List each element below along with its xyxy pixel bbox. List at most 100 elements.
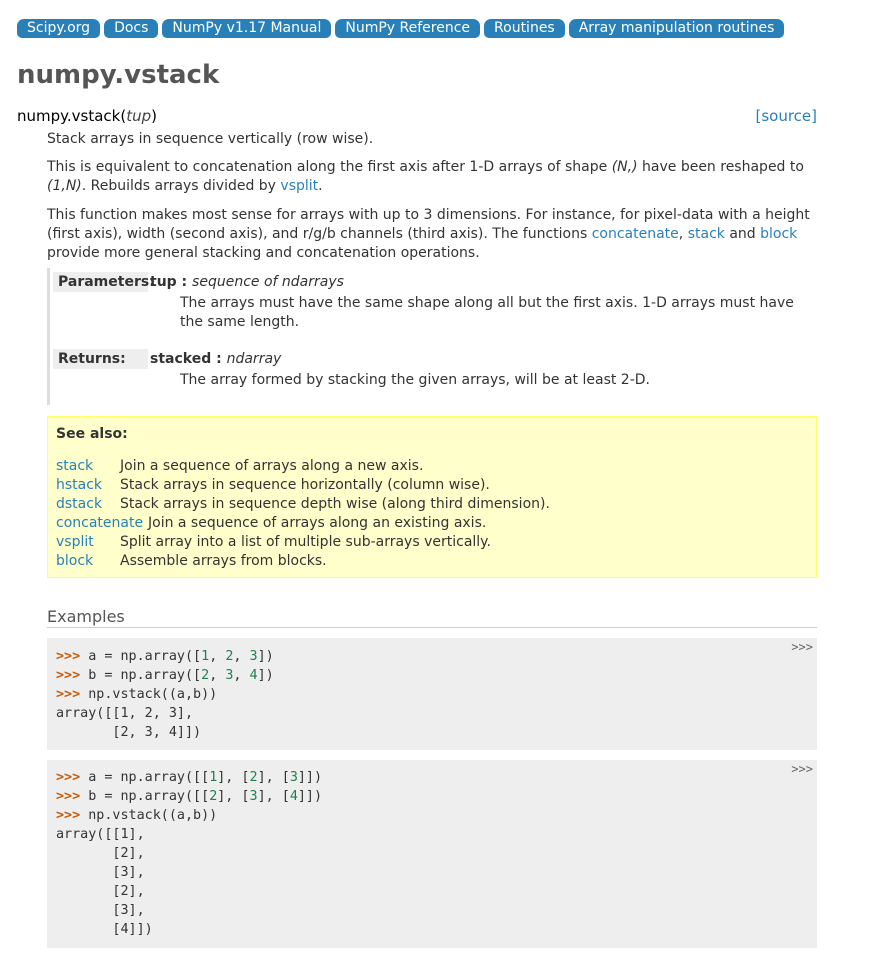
see-also-item: stack Join a sequence of arrays along a n… [56,457,806,476]
see-also-desc: Stack arrays in sequence horizontally (c… [120,477,490,493]
code-text: b = np.array([[ [88,789,210,804]
parameter-name: tup [150,274,177,290]
code-text: [4]]) [56,922,153,937]
see-also-desc: Stack arrays in sequence depth wise (alo… [120,496,550,512]
return-name: stacked [150,351,212,367]
code-number: 3 [249,789,258,804]
see-also-link-dstack[interactable]: dstack [56,496,102,512]
code-line: >>> np.vstack((a,b)) [56,685,217,704]
parameters-label: Parameters: [53,272,155,292]
code-text: [2], [56,846,145,861]
code-text: [2, 3, 4]]) [56,725,202,740]
summary-text: Stack arrays in sequence vertically (row… [47,131,374,147]
breadcrumb-docs[interactable]: Docs [104,19,159,38]
code-line: >>> b = np.array([2, 3, 4]) [56,666,274,685]
para3-sep-2: and [724,226,761,242]
function-name: numpy.vstack [17,107,121,125]
code-line: array([[1, 2, 3], [56,704,193,723]
description-paragraph-2: This function makes most sense for array… [47,206,817,263]
code-text: [3], [56,865,145,880]
para2-text-end: . [318,178,323,194]
parameter-type: sequence of ndarrays [192,274,344,290]
code-line: >>> a = np.array([[1], [2], [3]]) [56,768,322,787]
code-line: [3], [56,901,145,920]
code-prompt: >>> [56,808,89,823]
code-number: 2 [201,668,210,683]
see-also-item: hstack Stack arrays in sequence horizonta… [56,476,806,495]
code-text: ], [ [257,770,290,785]
code-block-2: >>> >>> a = np.array([[1], [2], [3]]) >>>… [47,760,817,948]
parameter-sep: : [176,274,193,290]
code-number: 4 [249,668,258,683]
code-text: np.vstack((a,b)) [88,687,218,702]
code-line: [2, 3, 4]]) [56,723,201,742]
code-prompt: >>> [56,770,89,785]
parameter-tup: tup : sequence of ndarrays [150,272,344,292]
field-list: Parameters: tup : sequence of ndarrays T… [47,268,820,405]
code-line: >>> b = np.array([[2], [3], [4]]) [56,787,322,806]
code-text: ], [ [257,789,290,804]
code-prompt: >>> [56,649,89,664]
para3-text-post: provide more general stacking and concat… [47,245,480,261]
concatenate-link[interactable]: concatenate [592,226,679,242]
code-text: ], [ [217,770,250,785]
shape-1d: (N,) [611,159,638,175]
see-also-desc: Split array into a list of multiple sub-… [120,534,491,550]
stack-link[interactable]: stack [688,226,725,242]
code-text: np.vstack((a,b)) [88,808,218,823]
block-link[interactable]: block [760,226,797,242]
see-also-item: concatenate Join a sequence of arrays alo… [56,514,806,533]
code-text: , [209,649,226,664]
see-also-link-hstack[interactable]: hstack [56,477,102,493]
see-also-desc: Join a sequence of arrays along a new ax… [120,458,424,474]
prompt-toggle-button[interactable]: >>> [791,640,813,654]
code-text: a = np.array([[ [88,770,210,785]
para2-text-pre: This is equivalent to concatenation alon… [47,159,612,175]
code-text: b = np.array([ [88,668,202,683]
see-also-desc: Assemble arrays from blocks. [120,553,327,569]
code-text: , [209,668,226,683]
see-also-link-vsplit[interactable]: vsplit [56,534,94,550]
returns-label: Returns: [53,349,148,369]
see-also-link-stack[interactable]: stack [56,458,93,474]
code-text: ], [ [217,789,250,804]
code-line: >>> np.vstack((a,b)) [56,806,217,825]
code-prompt: >>> [56,687,89,702]
breadcrumb-array-manipulation[interactable]: Array manipulation routines [568,19,785,38]
page-title: numpy.vstack [17,60,220,90]
code-line: [3], [56,863,145,882]
see-also-item: vsplit Split array into a list of multipl… [56,533,806,552]
function-args: tup [126,107,152,125]
code-number: 1 [201,649,210,664]
examples-heading: Examples [47,607,817,628]
code-line: >>> a = np.array([1, 2, 3]) [56,647,274,666]
see-also-link-block[interactable]: block [56,553,93,569]
code-text: , [233,649,250,664]
prompt-toggle-button[interactable]: >>> [791,762,813,776]
code-line: array([[1], [56,825,145,844]
description-paragraph-1: This is equivalent to concatenation alon… [47,158,817,196]
function-signature: numpy.vstack(tup) [source] [17,107,817,127]
code-text: [3], [56,903,145,918]
source-link[interactable]: [source] [755,107,817,125]
code-block-1: >>> >>> a = np.array([1, 2, 3]) >>> b = n… [47,638,817,750]
breadcrumb-routines[interactable]: Routines [484,19,565,38]
code-number: 3 [249,649,258,664]
breadcrumb-scipy-org[interactable]: Scipy.org [17,19,101,38]
see-also-item: dstack Stack arrays in sequence depth wis… [56,495,806,514]
code-prompt: >>> [56,789,89,804]
breadcrumb: Scipy.org Docs NumPy v1.17 Manual NumPy … [17,19,788,38]
code-text: ]) [257,649,274,664]
code-text: ]]) [297,789,323,804]
code-number: 4 [289,789,298,804]
vsplit-link[interactable]: vsplit [280,178,318,194]
code-text: ]) [257,668,274,683]
shape-2d: (1,N) [47,178,82,194]
breadcrumb-numpy-manual[interactable]: NumPy v1.17 Manual [162,19,332,38]
para2-text-post: . Rebuilds arrays divided by [81,178,281,194]
code-text: , [233,668,250,683]
see-also-link-concatenate[interactable]: concatenate [56,515,143,531]
breadcrumb-numpy-reference[interactable]: NumPy Reference [335,19,481,38]
para2-text-mid: have been reshaped to [637,159,804,175]
return-sep: : [211,351,227,367]
